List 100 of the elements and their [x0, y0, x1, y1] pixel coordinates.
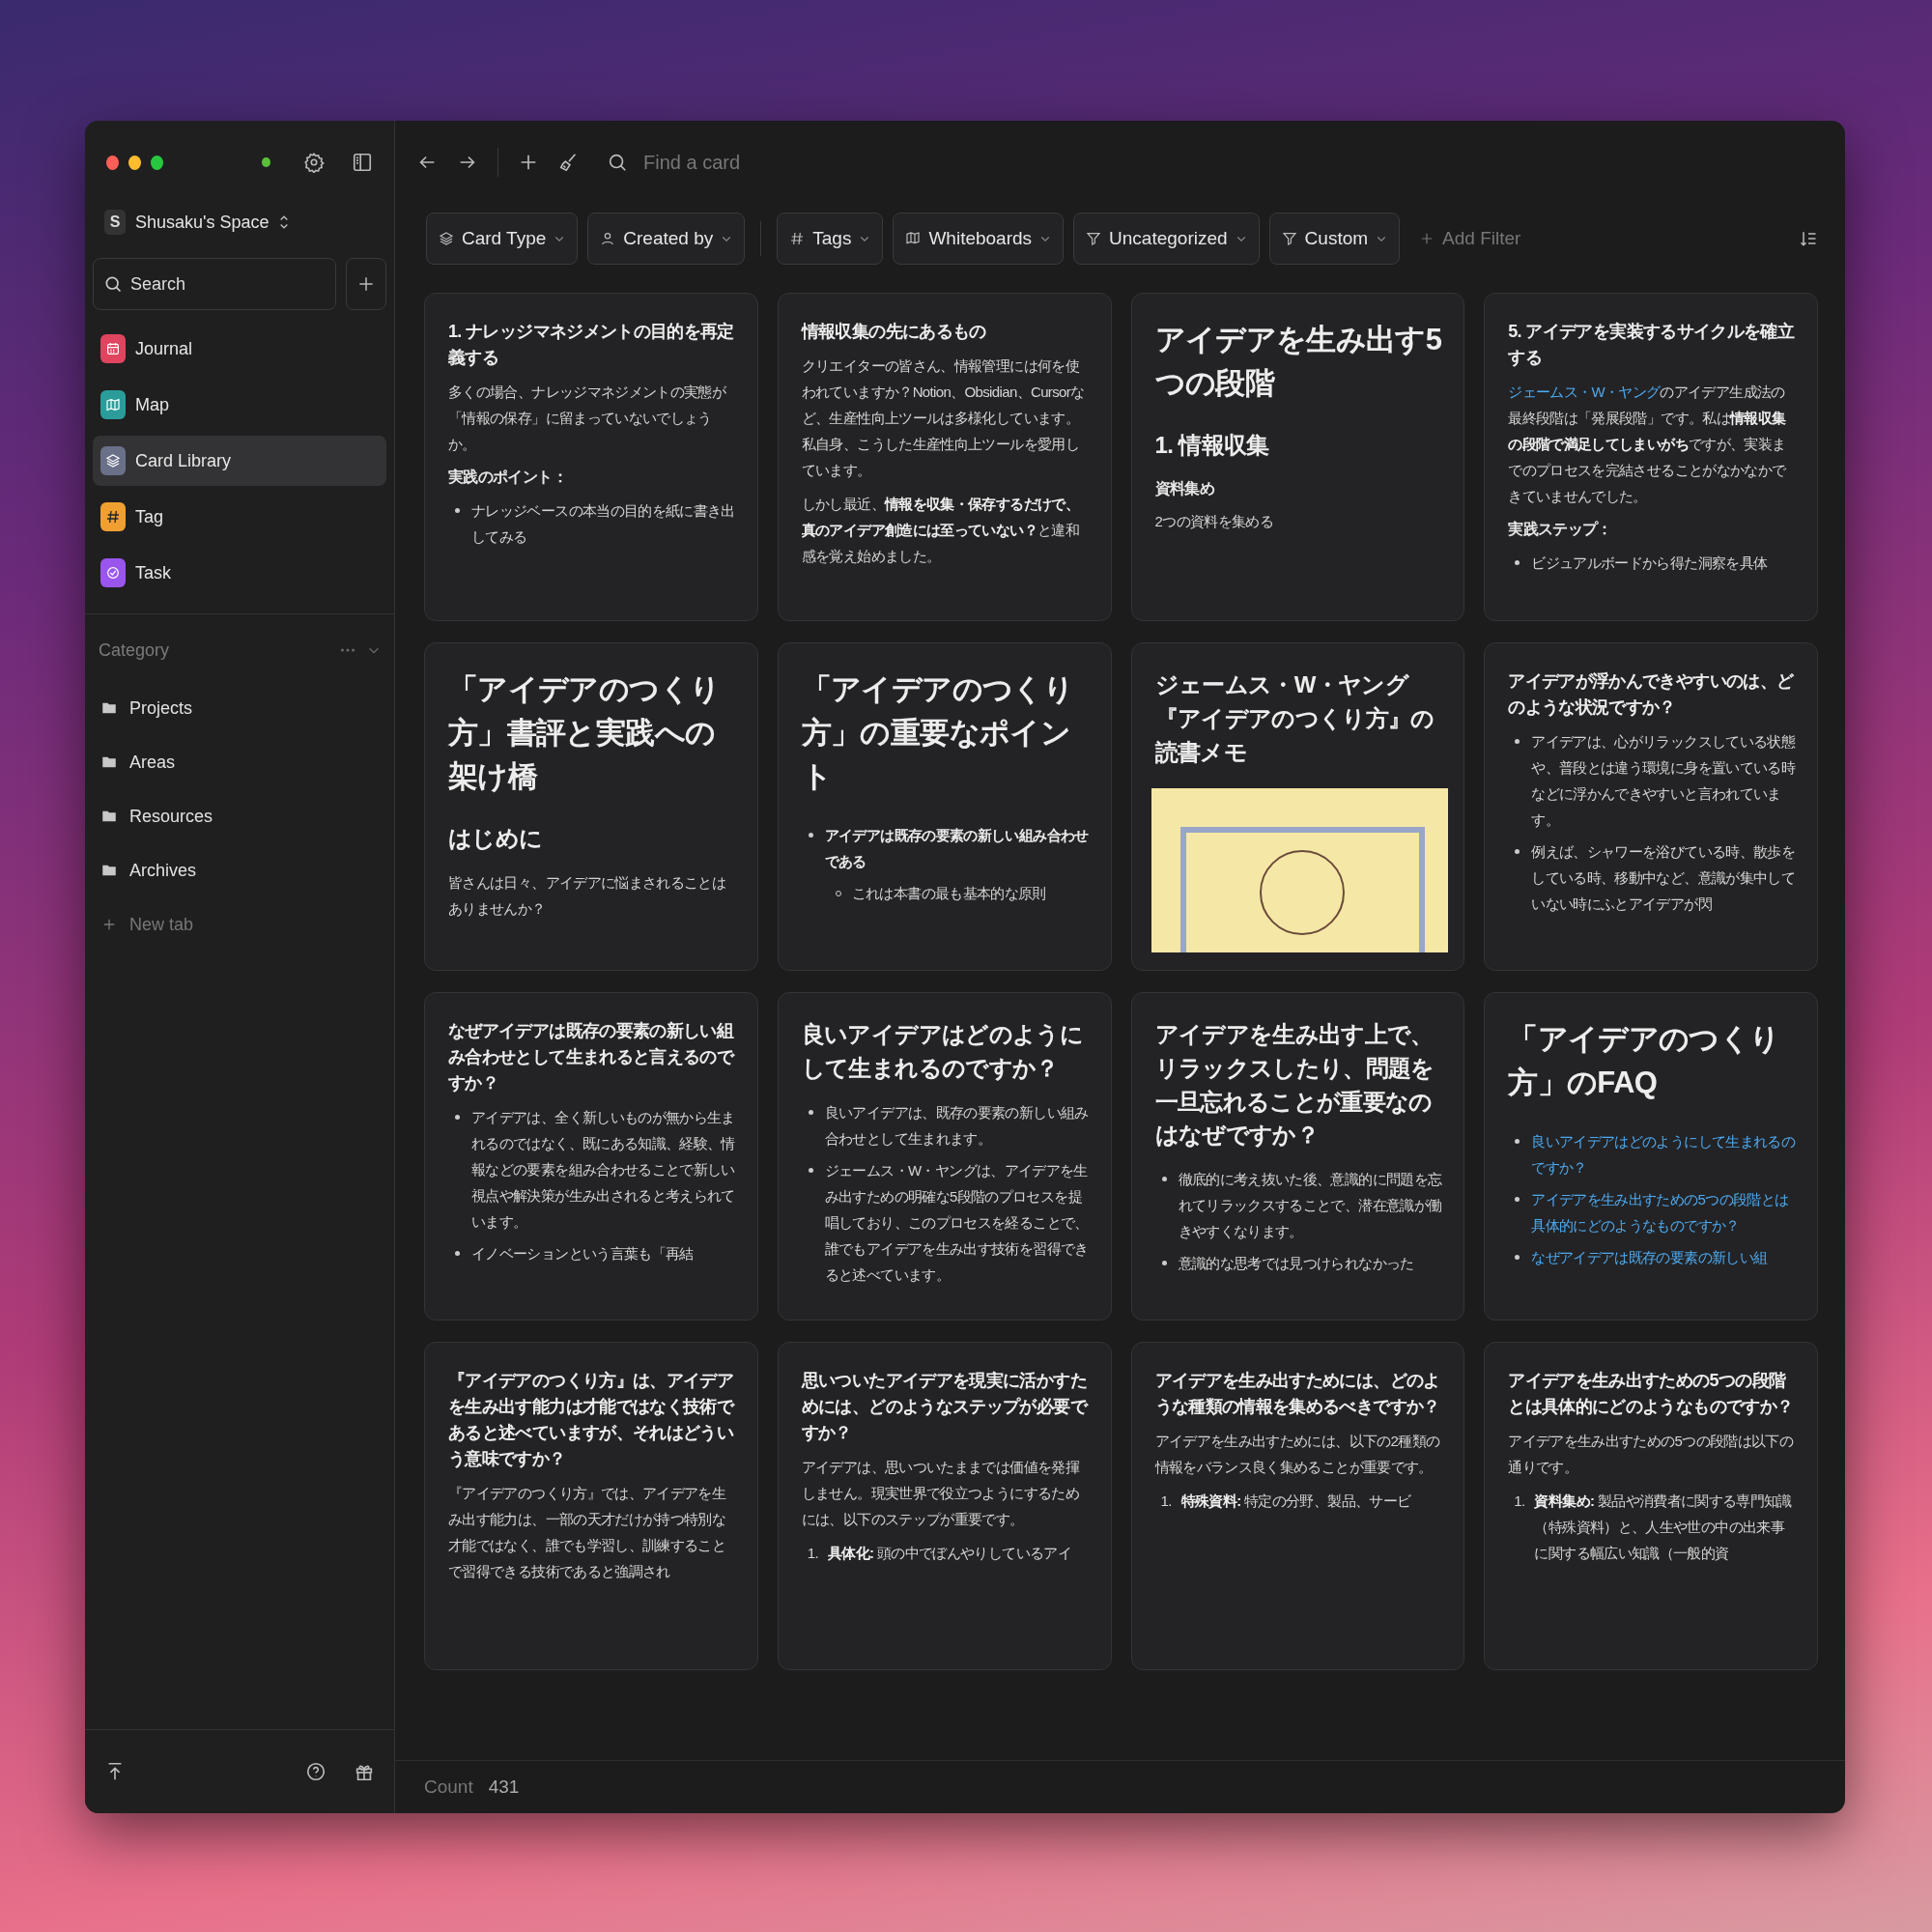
more-icon[interactable] [340, 647, 355, 653]
card-subheading: 実践のポイント： [448, 468, 568, 487]
card[interactable]: 良いアイデアはどのようにして生まれるのですか？ 良いアイデアは、既存の要素の新しい組み合わせとして生まれます。 ジェームス・W・ヤングは、アイデアを生み出すための明確な5段階のプロセスを提唱しており、このプロセスを経ることで、誰でもアイデアを生み出す技術を習得できると述べています。 [777, 992, 1112, 1321]
section-title: Category [99, 639, 171, 661]
sidebar-toggle-icon[interactable] [352, 152, 373, 173]
folder-item[interactable]: Projects [99, 688, 381, 728]
close-window-icon[interactable] [106, 155, 120, 170]
card[interactable]: 思いついたアイデアを現実に活かすためには、どのようなステップが必要ですか？ アイデアは、思いついたままでは価値を発揮しません。現実世界で役立つようにするためには、以下のステップが重要です。 1. 具体化: 頭の中でぼんやりしているアイ [777, 1342, 1112, 1670]
folder-item[interactable]: Resources [99, 796, 381, 837]
filter-icon [1281, 231, 1297, 246]
card-paragraph: 皆さんは日々、アイデアに悩まされることはありませんか？ [448, 872, 727, 919]
card[interactable]: 「アイデアのつくり方」のFAQ 良いアイデアはどのようにして生まれるのですか？ アイデアを生み出すための5つの段階とは具体的にどのようなものですか？ なぜアイデアは既存の要素の新しい組 [1484, 992, 1818, 1321]
filter-dropdown[interactable]: Uncategorized [1073, 213, 1260, 265]
card[interactable]: なぜアイデアは既存の要素の新しい組み合わせとして生まれると言えるのですか？ アイデアは、全く新しいものが無から生まれるのではなく、既にある知識、経験、情報などの要素を組み合わせることで新しい視点や解決策が生み出されると考えられています。 イノベーションという言葉も「再結 [424, 992, 758, 1321]
sidebar-item[interactable]: Card Library [93, 436, 386, 486]
bullet-item: ビジュアルボードから得た洞察を具体 [1508, 549, 1798, 576]
find-card-field[interactable]: Find a card [641, 150, 935, 175]
card[interactable]: 情報収集の先にあるもの クリエイターの皆さん、情報管理には何を使われていますか？Notion、Obsidian、Cursorなど、生産性向上ツールは多様化しています。私自身、こうした生産性向上ツールを愛用しています。 しかし最近、情報を収集・保存するだけで、真のアイデア創造には至っていない？と違和感を覚え始めました。 [777, 293, 1112, 621]
card[interactable]: 『アイデアのつくり方』は、アイデアを生み出す能力は才能ではなく技術であると述べていますが、それはどういう意味ですか？ 『アイデアのつくり方』では、アイデアを生み出す能力は、一部の天才だけが持つ特別な才能ではなく、誰でも学習し、訓練することで習得できる技術であると強調され [424, 1342, 758, 1670]
card-heading: 1. 情報収集 [1154, 430, 1270, 460]
status-dot-icon [262, 157, 270, 167]
card-subheading: 実践ステップ： [1508, 520, 1613, 539]
faq-link[interactable]: なぜアイデアは既存の要素の新しい組 [1531, 1243, 1798, 1270]
card-paragraph: アイデアは、思いついたままでは価値を発揮しません。現実世界で役立つようにするためには、以下のステップが重要です。 [801, 1458, 1081, 1529]
sidebar-item[interactable]: Tag [93, 492, 386, 542]
search-button[interactable]: Search [93, 258, 336, 310]
list-number: 1. [1160, 1492, 1172, 1511]
card[interactable]: アイデアを生み出すためには、どのような種類の情報を集めるべきですか？ アイデアを生み出すためには、以下の2種類の情報をバランス良く集めることが重要です。 1. 特殊資料: 特定の分野、製品、サービ [1130, 1342, 1465, 1670]
sidebar-item[interactable]: Journal [93, 324, 386, 374]
folder-item[interactable]: Areas [99, 742, 381, 782]
filter-dropdown[interactable]: Tags [777, 213, 884, 265]
card-title: 思いついたアイデアを現実に活かすためには、どのようなステップが必要ですか？ [801, 1370, 1089, 1444]
search-icon [607, 152, 628, 173]
filter-dropdown[interactable]: Whiteboards [893, 213, 1065, 265]
bullet-item: 例えば、シャワーを浴びている時、散歩をしている時、移動中など、意識が集中していない時にふとアイデアが閃 [1508, 838, 1798, 917]
filter-dropdown[interactable]: Custom [1268, 213, 1401, 265]
book-icon [905, 231, 922, 246]
folder-item[interactable]: Archives [99, 850, 381, 891]
list-item-text: 特殊資料: 特定の分野、製品、サービ [1180, 1492, 1411, 1511]
list-number: 1. [1514, 1492, 1525, 1511]
filter-icon [1086, 231, 1102, 246]
card[interactable]: アイデアを生み出す上で、リラックスしたり、問題を一旦忘れることが重要なのはなぜですか？ 徹底的に考え抜いた後、意識的に問題を忘れてリラックスすることで、潜在意識が働きやすくなります。 意識的な思考では見つけられなかった [1130, 992, 1465, 1321]
filter-dropdown[interactable]: Created by [587, 213, 746, 265]
list-number: 1. [807, 1544, 818, 1563]
card-paragraph: アイデアを生み出すためには、以下の2種類の情報をバランス良く集めることが重要です。 [1154, 1432, 1441, 1477]
card[interactable]: アイデアを生み出す5つの段階 1. 情報収集 資料集め 2つの資料を集める [1130, 293, 1465, 621]
bullet-item: 良いアイデアは、既存の要素の新しい組み合わせとして生まれます。 [801, 1098, 1092, 1151]
layers-icon [439, 231, 454, 246]
help-icon[interactable] [305, 1761, 327, 1782]
card[interactable]: 「アイデアのつくり方」書評と実践への架け橋 はじめに 皆さんは日々、アイデアに悩まされることはありませんか？ [424, 642, 758, 971]
count-value: 431 [488, 1776, 520, 1798]
list-item-text: 資料集め: 製品や消費者に関する専門知識（特殊資料）と、人生や世の中の出来事に関する幅広い知識（一般的資 [1534, 1492, 1793, 1563]
card-paragraph: しかし最近、情報を収集・保存するだけで、真のアイデア創造には至っていない？と違和感を覚え始めました。 [801, 495, 1080, 566]
person-icon [600, 231, 616, 246]
card-heading: 良いアイデアはどのようにして生まれるのですか？ [801, 1020, 1085, 1083]
settings-icon[interactable] [303, 152, 325, 173]
faq-link[interactable]: アイデアを生み出すための5つの段階とは具体的にどのようなものですか？ [1531, 1185, 1798, 1238]
person-link[interactable]: ジェームス・W・ヤング [1508, 384, 1661, 400]
card-heading: はじめに [448, 823, 544, 853]
minimize-window-icon[interactable] [128, 155, 142, 170]
card-title: 1. ナレッジマネジメントの目的を再定義する [448, 321, 735, 369]
add-button[interactable] [346, 258, 386, 310]
search-icon [103, 274, 123, 294]
sidebar-item[interactable]: Map [93, 380, 386, 430]
card-title: アイデアが浮かんできやすいのは、どのような状況ですか？ [1508, 670, 1795, 719]
bullet-item: イノベーションという言葉も「再結 [448, 1240, 738, 1266]
sort-icon[interactable] [1799, 229, 1818, 248]
sidebar-item[interactable]: Task [93, 548, 386, 598]
bullet-item: アイデアは既存の要素の新しい組み合わせである [801, 821, 1092, 874]
card[interactable]: アイデアが浮かんできやすいのは、どのような状況ですか？ アイデアは、心がリラックスしている状態や、普段とは違う環境に身を置いている時などに浮かんできやすいと言われています。 例えば、シャワーを浴びている時、散歩をしている時、移動中など、意識が集中していない時にふとアイデアが閃 [1484, 642, 1818, 971]
card-paragraph: 『アイデアのつくり方』では、アイデアを生み出す能力は、一部の天才だけが持つ特別な才能ではなく、誰でも学習し、訓練することで習得できる技術であると強調され [448, 1484, 727, 1581]
card[interactable]: ジェームス・W・ヤング『アイデアのつくり方』の読書メモ [1130, 642, 1465, 971]
faq-link[interactable]: 良いアイデアはどのようにして生まれるのですか？ [1531, 1127, 1798, 1180]
add-filter-button[interactable]: Add Filter [1409, 228, 1531, 249]
bullet-item: これは本書の最も基本的な原則 [828, 879, 1092, 906]
card[interactable]: 「アイデアのつくり方」の重要なポイント アイデアは既存の要素の新しい組み合わせである これは本書の最も基本的な原則 [777, 642, 1112, 971]
card-heading: アイデアを生み出す上で、リラックスしたり、問題を一旦忘れることが重要なのはなぜですか？ [1154, 1020, 1435, 1151]
bullet-item: 徹底的に考え抜いた後、意識的に問題を忘れてリラックスすることで、潜在意識が働きやすくなります。 [1154, 1166, 1445, 1245]
card-heading: 「アイデアのつくり方」のFAQ [1508, 1021, 1781, 1101]
workspace-switcher[interactable]: S Shusaku's Space [100, 204, 379, 241]
card-heading: 「アイデアのつくり方」の重要なポイント [801, 671, 1074, 795]
card-paragraph: ジェームス・W・ヤングのアイデア生成法の最終段階は「発展段階」です。私は情報収集の段階で満足してしまいがちですが、実装までのプロセスを完結させることがなかなかできていませんでした。 [1508, 383, 1787, 506]
card[interactable]: 5. アイデアを実装するサイクルを確立する ジェームス・W・ヤングのアイデア生成法の最終段階は「発展段階」です。私は情報収集の段階で満足してしまいがちですが、実装までのプロセスを完結させることがなかなかできていませんでした。 実践ステップ： ビジュアルボードから得た洞察を具体 [1484, 293, 1818, 621]
card-subheading: 資料集め [1154, 478, 1215, 498]
card-paragraph: 多くの場合、ナレッジマネジメントの実態が「情報の保存」に留まっていないでしょうか。 [448, 383, 727, 454]
card-title: 5. アイデアを実装するサイクルを確立する [1508, 321, 1796, 369]
plus-icon [356, 274, 376, 294]
card-paragraph: アイデアを生み出すための5つの段階は以下の通りです。 [1508, 1432, 1795, 1477]
card-heading: ジェームス・W・ヤング『アイデアのつくり方』の読書メモ [1154, 670, 1435, 767]
new-tab-button[interactable]: New tab [99, 904, 381, 945]
workspace-avatar: S [104, 210, 126, 235]
card[interactable]: アイデアを生み出すための5つの段階とは具体的にどのようなものですか？ アイデアを生み出すための5つの段階は以下の通りです。 1. 資料集め: 製品や消費者に関する専門知識（特殊資料）と、人生や世の中の出来事に関する幅広い知識（一般的資 [1484, 1342, 1818, 1670]
card-title: なぜアイデアは既存の要素の新しい組み合わせとして生まれると言えるのですか？ [448, 1020, 735, 1094]
bullet-item: ジェームス・W・ヤングは、アイデアを生み出すための明確な5段階のプロセスを提唱しており、このプロセスを経ることで、誰でもアイデアを生み出す技術を習得できると述べています。 [801, 1156, 1092, 1288]
card[interactable]: 1. ナレッジマネジメントの目的を再定義する 多くの場合、ナレッジマネジメントの実態が「情報の保存」に留まっていないでしょうか。 実践のポイント： ナレッジベースの本当の目的を紙に書き出してみる [424, 293, 758, 621]
filter-dropdown[interactable]: Card Type [426, 213, 579, 265]
bullet-item: 意識的な思考では見つけられなかった [1154, 1250, 1445, 1277]
card-heading: アイデアを生み出す5つの段階 [1154, 322, 1443, 402]
card-title: アイデアを生み出すための5つの段階とは具体的にどのようなものですか？ [1508, 1370, 1795, 1418]
maximize-window-icon[interactable] [151, 155, 164, 170]
